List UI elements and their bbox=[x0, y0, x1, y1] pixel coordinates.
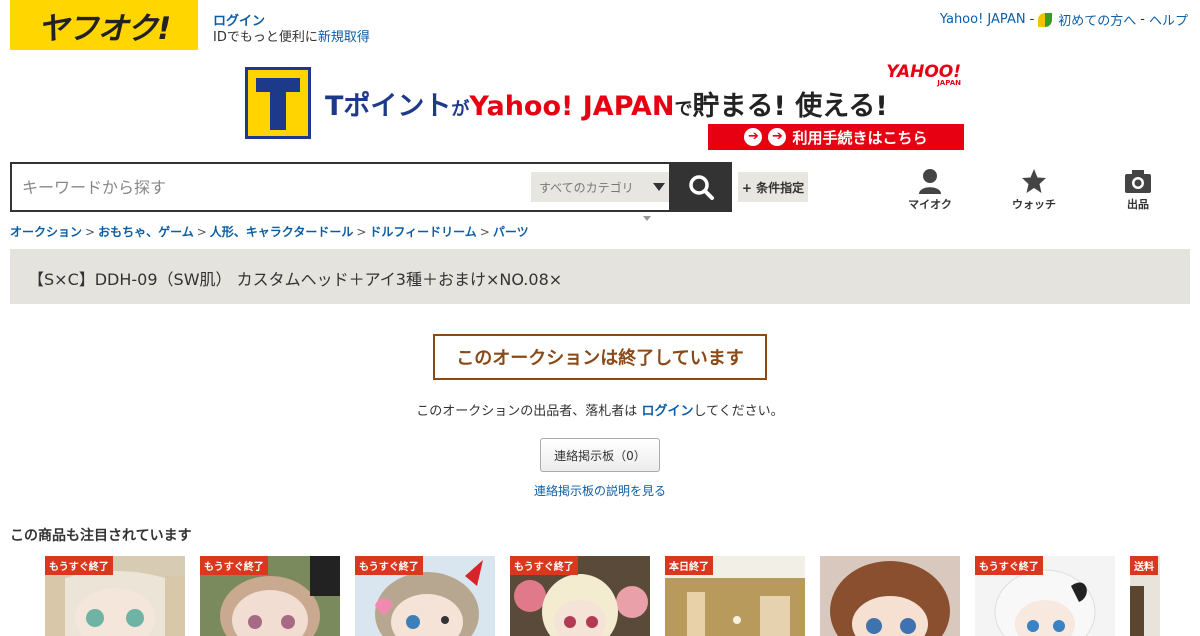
id-promo: IDでもっと便利に新規取得 bbox=[213, 26, 370, 45]
recommend-item[interactable]: もうすぐ終了 bbox=[45, 556, 185, 636]
yahoo-japan-link[interactable]: Yahoo! JAPAN bbox=[940, 12, 1026, 27]
login-message-link[interactable]: ログイン bbox=[641, 404, 693, 419]
nav-my-auction-label: マイオク bbox=[908, 198, 952, 211]
search-conditions-button[interactable]: + 条件指定 bbox=[738, 172, 808, 202]
item-title-bar: 【S×C】DDH-09（SW肌） カスタムヘッド＋アイ3種＋おまけ×NO.08× bbox=[10, 249, 1190, 304]
contact-board-button[interactable]: 連絡掲示板（0） bbox=[540, 438, 660, 472]
breadcrumb-separator: > bbox=[479, 225, 490, 239]
category-select-value: すべてのカテゴリ bbox=[539, 180, 634, 195]
star-icon bbox=[1022, 169, 1046, 193]
recommend-badge: もうすぐ終了 bbox=[355, 556, 423, 575]
recommend-badge: もうすぐ終了 bbox=[200, 556, 268, 575]
caret-down-icon bbox=[643, 216, 651, 221]
arrow-right-icon: ➔ bbox=[744, 128, 763, 146]
recommend-item[interactable]: もうすぐ終了 bbox=[200, 556, 340, 636]
auction-ended-notice: このオークションは終了しています bbox=[433, 334, 767, 380]
person-icon bbox=[919, 169, 941, 194]
breadcrumb-item[interactable]: オークション bbox=[10, 225, 82, 239]
banner-button-label: 利用手続きはこちら bbox=[792, 128, 928, 147]
separator: - bbox=[1140, 12, 1145, 27]
breadcrumb-item[interactable]: おもちゃ、ゲーム bbox=[98, 225, 194, 239]
nav-my-auction[interactable]: マイオク bbox=[890, 168, 970, 212]
breadcrumb-item[interactable]: 人形、キャラクタードール bbox=[210, 225, 354, 239]
login-message-after: してください。 bbox=[693, 404, 784, 419]
breadcrumb: オークション > おもちゃ、ゲーム > 人形、キャラクタードール > ドルフィードリーム > パ… bbox=[10, 223, 529, 240]
nav-watch-label: ウォッチ bbox=[1012, 198, 1056, 211]
id-promo-text: IDでもっと便利に bbox=[213, 30, 318, 45]
help-link[interactable]: ヘルプ bbox=[1149, 10, 1188, 29]
recommend-item[interactable]: 送料 bbox=[1130, 556, 1160, 636]
recommend-title: この商品も注目されています bbox=[10, 528, 192, 544]
recommend-badge: もうすぐ終了 bbox=[45, 556, 113, 575]
search-bar: すべてのカテゴリ bbox=[10, 162, 732, 212]
recommend-badge: もうすぐ終了 bbox=[975, 556, 1043, 575]
nav-sell-label: 出品 bbox=[1127, 198, 1149, 211]
item-title: 【S×C】DDH-09（SW肌） カスタムヘッド＋アイ3種＋おまけ×NO.08× bbox=[28, 270, 563, 289]
category-select[interactable]: すべてのカテゴリ bbox=[531, 172, 671, 202]
register-link[interactable]: 新規取得 bbox=[318, 30, 370, 45]
nav-watch[interactable]: ウォッチ bbox=[994, 168, 1074, 212]
tpoint-logo-icon bbox=[245, 67, 311, 139]
chevron-down-icon bbox=[653, 183, 665, 191]
recommend-item[interactable] bbox=[820, 556, 960, 636]
recommend-item[interactable]: もうすぐ終了 bbox=[975, 556, 1115, 636]
search-button[interactable] bbox=[669, 162, 732, 212]
product-thumbnail bbox=[820, 556, 960, 636]
first-time-link[interactable]: 初めての方へ bbox=[1058, 10, 1136, 29]
banner-tamaru: 貯まる! 使える! bbox=[692, 91, 888, 122]
yahoo-japan-logo: YAHOO! JAPAN bbox=[886, 62, 961, 87]
logo-text: ヤフオク! bbox=[37, 10, 172, 47]
recommend-badge: 送料 bbox=[1130, 556, 1158, 575]
breadcrumb-separator: > bbox=[356, 225, 367, 239]
banner-tpoint: Tポイント bbox=[325, 91, 452, 122]
breadcrumb-separator: > bbox=[85, 225, 96, 239]
top-right-links: Yahoo! JAPAN - 初めての方へ - ヘルプ bbox=[940, 10, 1188, 29]
banner-yahoo: Yahoo! JAPAN bbox=[469, 91, 675, 122]
recommend-badge: 本日終了 bbox=[665, 556, 713, 575]
recommend-item[interactable]: 本日終了 bbox=[665, 556, 805, 636]
banner-ga: が bbox=[451, 99, 470, 120]
banner-de: で bbox=[674, 99, 693, 120]
beginner-leaf-icon bbox=[1038, 12, 1053, 27]
banner-headline: TポイントがYahoo! JAPANで貯まる! 使える! bbox=[325, 84, 888, 123]
breadcrumb-item[interactable]: ドルフィードリーム bbox=[369, 225, 476, 239]
breadcrumb-separator: > bbox=[196, 225, 207, 239]
arrow-right-icon: ➔ bbox=[768, 128, 787, 146]
login-message: このオークションの出品者、落札者は ログインしてください。 bbox=[0, 400, 1200, 419]
banner-register-button[interactable]: ➔ ➔ 利用手続きはこちら bbox=[708, 124, 964, 150]
search-input[interactable] bbox=[22, 174, 522, 200]
search-icon bbox=[688, 175, 714, 200]
breadcrumb-item[interactable]: パーツ bbox=[493, 225, 529, 239]
login-message-before: このオークションの出品者、落札者は bbox=[416, 404, 642, 419]
camera-icon bbox=[1125, 170, 1151, 193]
recommend-item[interactable]: もうすぐ終了 bbox=[510, 556, 650, 636]
recommend-badge: もうすぐ終了 bbox=[510, 556, 578, 575]
separator: - bbox=[1029, 12, 1035, 27]
contact-board-help-link[interactable]: 連絡掲示板の説明を見る bbox=[0, 482, 1200, 499]
nav-sell[interactable]: 出品 bbox=[1098, 168, 1178, 212]
recommend-item[interactable]: もうすぐ終了 bbox=[355, 556, 495, 636]
tpoint-banner[interactable]: TポイントがYahoo! JAPANで貯まる! 使える! YAHOO! JAPA… bbox=[245, 62, 965, 152]
yahuoku-logo[interactable]: ヤフオク! bbox=[10, 0, 198, 50]
